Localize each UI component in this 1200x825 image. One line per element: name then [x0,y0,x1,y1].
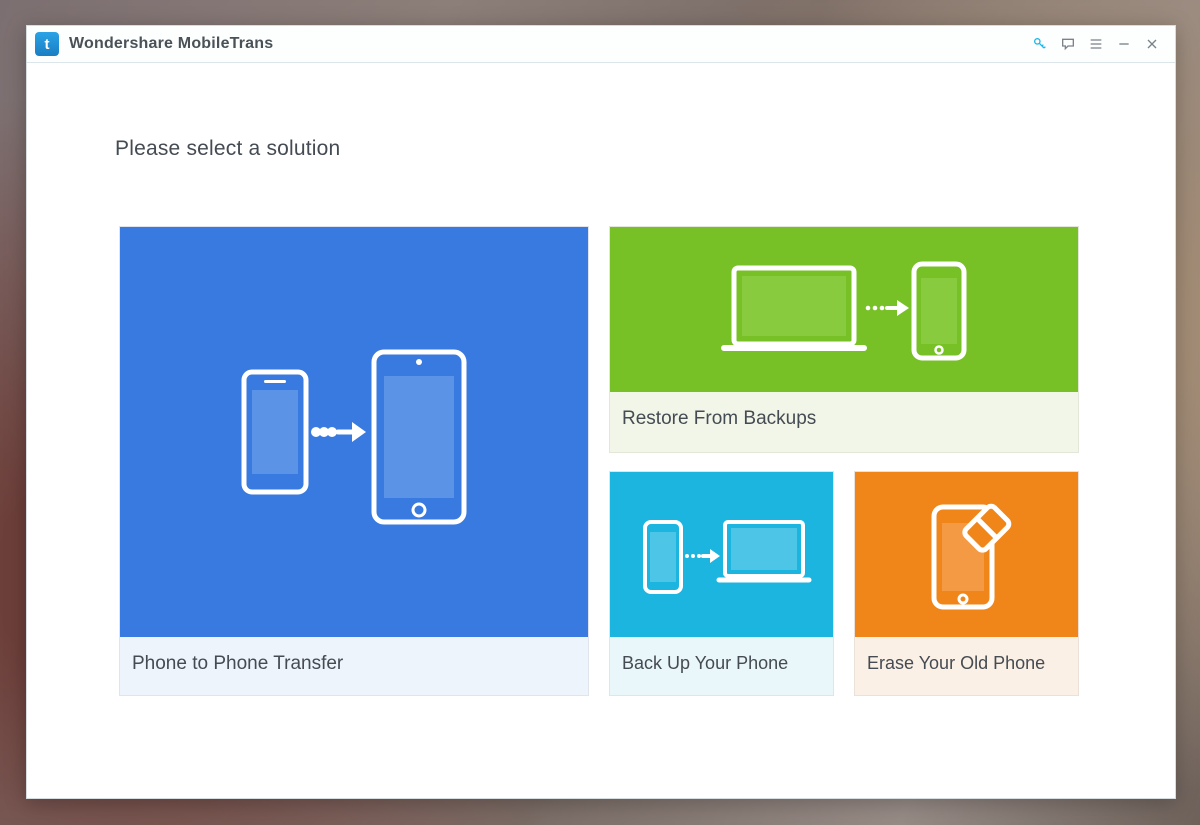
right-column: Restore From Backups [609,226,1079,696]
card-erase-your-old-phone[interactable]: Erase Your Old Phone [854,471,1079,696]
minimize-button[interactable] [1111,31,1137,57]
app-title: Wondershare MobileTrans [69,35,273,53]
card-label: Restore From Backups [610,392,1078,448]
card-back-up-your-phone[interactable]: Back Up Your Phone [609,471,834,696]
app-logo-icon: t [35,32,59,56]
content-area: Please select a solution [27,62,1175,798]
app-logo-letter: t [45,37,50,52]
solution-grid: Phone to Phone Transfer [119,226,1079,714]
phone-to-laptop-icon [610,472,833,637]
card-restore-from-backups[interactable]: Restore From Backups [609,226,1079,453]
card-label: Phone to Phone Transfer [120,637,588,693]
laptop-to-phone-icon [610,227,1078,392]
card-label: Erase Your Old Phone [855,637,1078,692]
phone-erase-icon [855,472,1078,637]
titlebar: t Wondershare MobileTrans [27,26,1175,63]
key-icon[interactable] [1027,31,1053,57]
phone-to-phone-icon [120,227,588,637]
app-window: t Wondershare MobileTrans Please select … [26,25,1176,799]
menu-icon[interactable] [1083,31,1109,57]
close-button[interactable] [1139,31,1165,57]
card-label: Back Up Your Phone [610,637,833,692]
feedback-icon[interactable] [1055,31,1081,57]
bottom-row: Back Up Your Phone [609,471,1079,696]
card-phone-to-phone-transfer[interactable]: Phone to Phone Transfer [119,226,589,696]
page-heading: Please select a solution [115,137,340,161]
